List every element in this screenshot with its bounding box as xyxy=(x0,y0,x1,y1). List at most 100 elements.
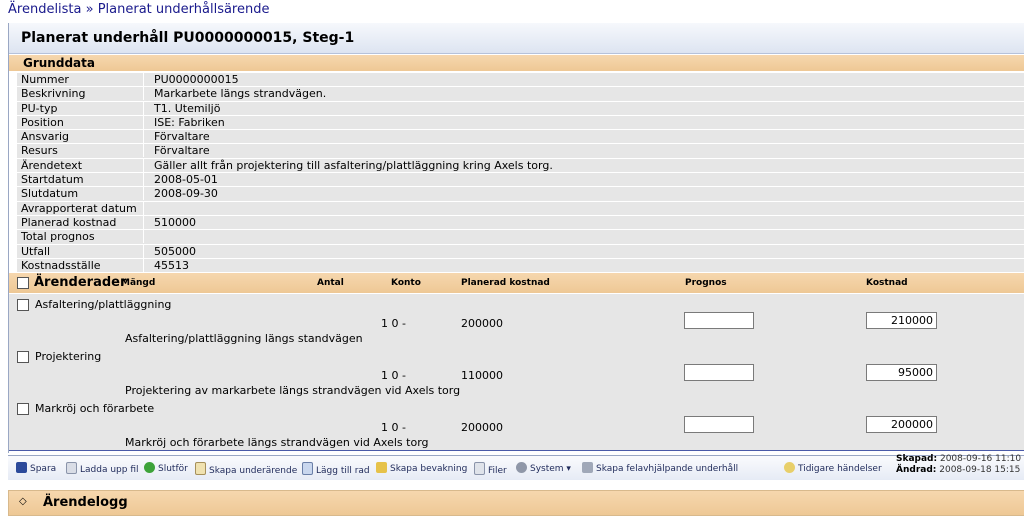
prognos-input[interactable] xyxy=(684,364,754,381)
kostnad-input[interactable] xyxy=(866,312,937,329)
gear-icon xyxy=(516,462,527,473)
system-menu-button[interactable]: System ▾ xyxy=(516,462,571,474)
field-value xyxy=(143,230,154,244)
check-icon xyxy=(144,462,155,473)
field-row: Avrapporterat datum xyxy=(17,201,1024,216)
history-icon xyxy=(784,462,795,473)
field-row: Planerad kostnad 510000 xyxy=(17,215,1024,231)
arendelogg-heading: Ärendelogg xyxy=(43,495,128,510)
arenderad-row: Asfaltering/plattläggning 1 0 - 200000 Asfa… xyxy=(9,294,1024,347)
field-row: Startdatum 2008-05-01 xyxy=(17,173,1024,188)
col-prognos: Prognos xyxy=(685,278,727,288)
field-value: Markarbete längs strandvägen. xyxy=(143,87,326,101)
page-title: Planerat underhåll PU0000000015, Steg-1 xyxy=(21,30,355,46)
field-label: Utfall xyxy=(21,244,51,258)
breadcrumb: Ärendelista » Planerat underhållsärende xyxy=(8,2,269,17)
field-value: 45513 xyxy=(143,258,189,272)
col-kostnad: Kostnad xyxy=(866,278,908,288)
field-value: 2008-09-30 xyxy=(143,187,218,201)
field-label: Slutdatum xyxy=(21,187,79,201)
field-label: Startdatum xyxy=(21,173,84,187)
select-all-checkbox[interactable] xyxy=(17,277,29,289)
field-label: PU-typ xyxy=(21,101,58,115)
field-row: Beskrivning Markarbete längs strandvägen. xyxy=(17,87,1024,102)
field-value xyxy=(143,201,154,215)
field-value: Förvaltare xyxy=(143,130,210,144)
field-label: Kostnadsställe xyxy=(21,258,101,272)
breadcrumb-separator: » xyxy=(81,2,98,17)
col-planerad-kostnad: Planerad kostnad xyxy=(461,278,550,288)
title-bar: Planerat underhåll PU0000000015, Steg-1 xyxy=(9,23,1024,54)
row-checkbox[interactable] xyxy=(17,403,29,415)
field-row: PU-typ T1. Utemiljö xyxy=(17,101,1024,116)
row-name: Projektering xyxy=(35,350,102,363)
prognos-input[interactable] xyxy=(684,416,754,433)
col-konto: Konto xyxy=(391,278,421,288)
field-label: Planerad kostnad xyxy=(21,215,117,229)
field-label: Position xyxy=(21,115,64,129)
create-corrective-maintenance-button[interactable]: Skapa felavhjälpande underhåll xyxy=(582,462,738,474)
field-row: Utfall 505000 xyxy=(17,244,1024,259)
save-button[interactable]: Spara xyxy=(16,462,56,474)
row-checkbox[interactable] xyxy=(17,299,29,311)
field-label: Total prognos xyxy=(21,230,95,244)
wrench-icon xyxy=(582,462,593,473)
grunddata-heading: Grunddata xyxy=(23,56,95,70)
field-label: Nummer xyxy=(21,73,69,86)
field-value: ISE: Fabriken xyxy=(143,115,225,129)
row-planerad-kostnad: 110000 xyxy=(461,369,503,382)
files-button[interactable]: Filer xyxy=(474,462,507,476)
arenderader-heading: Ärenderader xyxy=(34,275,127,290)
breadcrumb-link-arendelista[interactable]: Ärendelista xyxy=(8,2,82,17)
table-add-icon xyxy=(302,462,313,475)
arenderader-header: Ärenderader Mängd Antal Konto Planerad k… xyxy=(9,273,1024,293)
row-planerad-kostnad: 200000 xyxy=(461,421,503,434)
col-mangd: Mängd xyxy=(121,278,156,288)
field-label: Ärendetext xyxy=(21,158,83,172)
field-label: Ansvarig xyxy=(21,130,70,144)
floppy-icon xyxy=(16,462,27,473)
kostnad-input[interactable] xyxy=(866,416,937,433)
grunddata-fields: Nummer PU0000000015 Beskrivning Markarbete … xyxy=(17,73,1024,288)
created-label: Skapad: xyxy=(896,454,938,464)
row-konto: 1 0 - xyxy=(381,369,406,382)
created-value: 2008-09-16 11:10 xyxy=(939,454,1022,464)
modified-value: 2008-09-18 15:15 xyxy=(939,465,1021,475)
field-value: 2008-05-01 xyxy=(143,173,218,187)
row-description: Markröj och förarbete längs strandvägen … xyxy=(125,436,429,449)
row-konto: 1 0 - xyxy=(381,317,406,330)
field-label: Beskrivning xyxy=(21,87,86,101)
field-row: Kostnadsställe 45513 xyxy=(17,258,1024,274)
complete-button[interactable]: Slutför xyxy=(144,462,188,474)
field-value: 510000 xyxy=(143,215,196,229)
field-label: Avrapporterat datum xyxy=(21,201,137,215)
row-description: Projektering av markarbete längs strandv… xyxy=(125,384,461,397)
kostnad-input[interactable] xyxy=(866,364,937,381)
arenderad-row: Projektering 1 0 - 110000 Projektering av m… xyxy=(9,346,1024,399)
row-description: Asfaltering/plattläggning längs standväg… xyxy=(125,332,363,345)
field-value: Gäller allt från projektering till asfal… xyxy=(143,158,553,172)
row-name: Asfaltering/plattläggning xyxy=(35,298,172,311)
field-label: Resurs xyxy=(21,144,58,158)
expand-collapse-icon[interactable]: ◇ xyxy=(19,496,27,507)
create-watch-button[interactable]: Skapa bevakning xyxy=(376,462,467,474)
row-planerad-kostnad: 200000 xyxy=(461,317,503,330)
create-subcase-button[interactable]: Skapa underärende xyxy=(195,462,297,476)
grunddata-header: Grunddata xyxy=(9,55,1024,71)
row-checkbox[interactable] xyxy=(17,351,29,363)
upload-file-button[interactable]: Ladda upp fil xyxy=(66,462,139,475)
field-value: T1. Utemiljö xyxy=(143,101,220,115)
field-row: Slutdatum 2008-09-30 xyxy=(17,187,1024,202)
arendelogg-header[interactable]: ◇ Ärendelogg xyxy=(8,490,1024,516)
add-row-button[interactable]: Lägg till rad xyxy=(302,462,370,476)
field-value: PU0000000015 xyxy=(143,73,239,86)
record-meta: Skapad: 2008-09-16 11:10 Ändrad: 2008-09… xyxy=(896,454,1021,476)
row-konto: 1 0 - xyxy=(381,421,406,434)
previous-events-button[interactable]: Tidigare händelser xyxy=(784,462,882,474)
field-row: Position ISE: Fabriken xyxy=(17,115,1024,131)
breadcrumb-current: Planerat underhållsärende xyxy=(97,2,270,17)
row-name: Markröj och förarbete xyxy=(35,402,155,415)
field-row: Total prognos xyxy=(17,230,1024,245)
prognos-input[interactable] xyxy=(684,312,754,329)
field-row: Resurs Förvaltare xyxy=(17,144,1024,159)
